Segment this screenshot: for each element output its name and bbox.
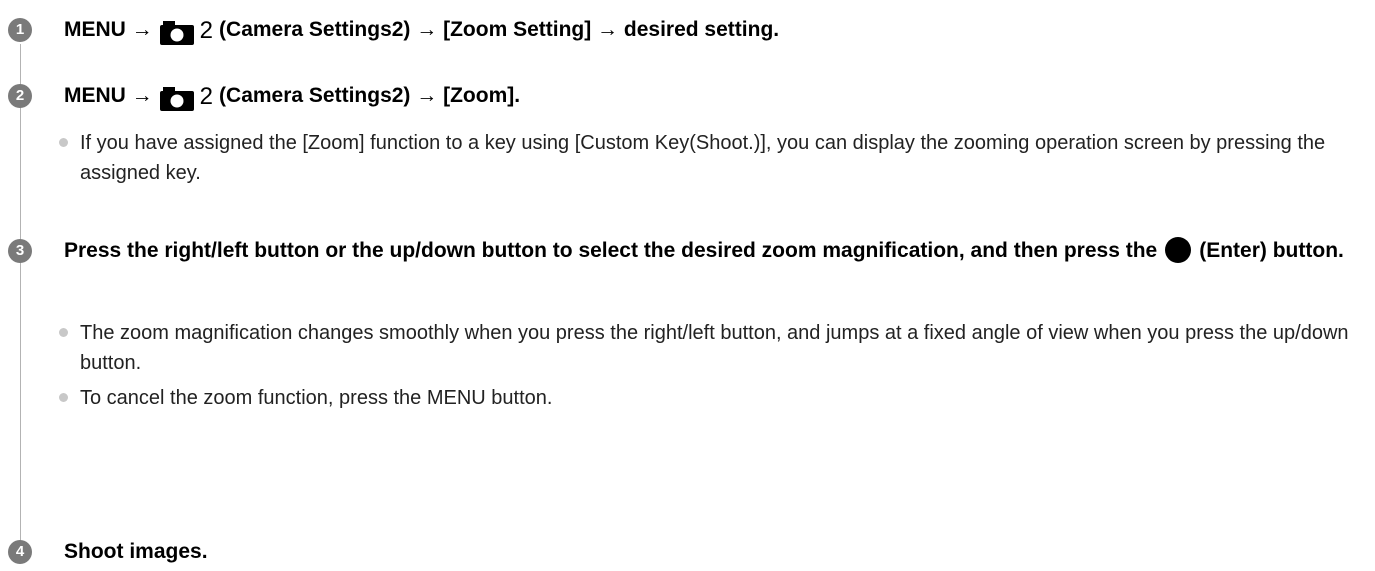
step-title: Press the right/left button or the up/do… xyxy=(64,235,1369,267)
step-title-prefix: MENU → xyxy=(64,84,153,107)
bullet-text: To cancel the zoom function, press the M… xyxy=(80,387,553,409)
step-title: Shoot images. xyxy=(64,540,208,563)
bullet-dot xyxy=(59,393,68,402)
bullet-text: If you have assigned the [Zoom] function… xyxy=(80,132,1326,184)
step-number-badge: 1 xyxy=(8,18,32,42)
step-number-badge: 2 xyxy=(8,84,32,108)
camera-settings-page-number: 2 xyxy=(199,83,214,110)
step-title-suffix: (Enter) button. xyxy=(1199,239,1344,262)
enter-button-icon xyxy=(1165,237,1192,263)
bullet-dot xyxy=(59,328,68,337)
step-title-prefix: Press the right/left button or the up/do… xyxy=(64,239,1158,262)
camera-settings-icon xyxy=(159,20,195,52)
step-title: MENU → 2 (Camera Settings2) → [Zoom Settin… xyxy=(64,14,779,52)
bullet-dot xyxy=(59,138,68,147)
camera-settings-page-number: 2 xyxy=(199,17,214,44)
step-number-badge: 3 xyxy=(8,239,32,263)
step-title: MENU → 2 (Camera Settings2) → [Zoom]. xyxy=(64,80,520,118)
step-number-badge: 4 xyxy=(8,540,32,564)
bullet-item: To cancel the zoom function, press the M… xyxy=(59,383,1360,413)
bullet-item: If you have assigned the [Zoom] function… xyxy=(59,128,1360,188)
step-title-prefix: MENU → xyxy=(64,18,153,41)
step-timeline-line xyxy=(20,44,21,554)
camera-settings-icon xyxy=(159,86,195,118)
bullet-item: The zoom magnification changes smoothly … xyxy=(59,318,1360,378)
bullet-text: The zoom magnification changes smoothly … xyxy=(80,322,1349,374)
step-title-suffix: (Camera Settings2) → [Zoom]. xyxy=(219,84,521,107)
step-title-suffix: (Camera Settings2) → [Zoom Setting] → de… xyxy=(219,18,780,41)
